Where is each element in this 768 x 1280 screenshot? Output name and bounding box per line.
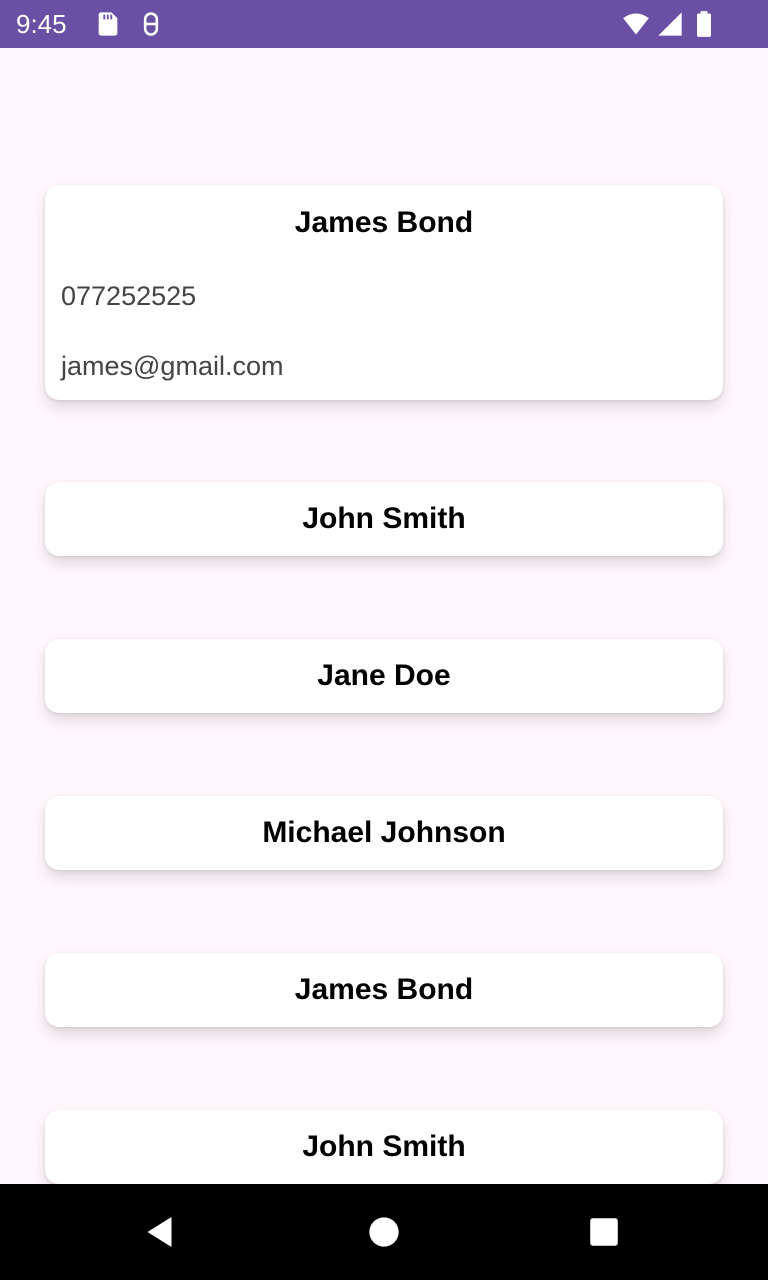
wifi-icon [623, 13, 649, 35]
recents-button[interactable] [580, 1208, 628, 1256]
contact-card[interactable]: John Smith [45, 1110, 723, 1184]
contact-name: James Bond [294, 206, 474, 239]
battery-icon [697, 11, 711, 37]
back-button[interactable] [137, 1208, 185, 1256]
contact-phone: 077252525 [61, 281, 197, 311]
contact-name: John Smith [302, 502, 466, 535]
contact-card[interactable]: James Bond [45, 953, 723, 1027]
contact-card-expanded[interactable]: James Bond 077252525 james@gmail.com [45, 185, 723, 400]
signal-icon [658, 12, 682, 36]
status-time: 9:45 [16, 9, 67, 39]
back-icon [147, 1217, 172, 1247]
contact-card[interactable]: Michael Johnson [45, 796, 723, 870]
contact-email: james@gmail.com [61, 351, 284, 381]
contact-card[interactable]: Jane Doe [45, 639, 723, 713]
debug-icon [143, 12, 159, 36]
contact-name: James Bond [294, 973, 474, 1006]
contact-list[interactable]: James Bond 077252525 james@gmail.com Joh… [0, 48, 768, 1184]
recents-icon [590, 1218, 618, 1246]
home-icon [369, 1217, 399, 1247]
home-button[interactable] [360, 1208, 408, 1256]
contact-name: John Smith [302, 1130, 466, 1163]
status-bar: 9:45 [0, 0, 768, 48]
sd-card-icon [98, 12, 118, 36]
contact-name: Jane Doe [317, 659, 451, 692]
contact-name: Michael Johnson [262, 816, 506, 849]
contact-card[interactable]: John Smith [45, 482, 723, 556]
navigation-bar [0, 1184, 768, 1280]
